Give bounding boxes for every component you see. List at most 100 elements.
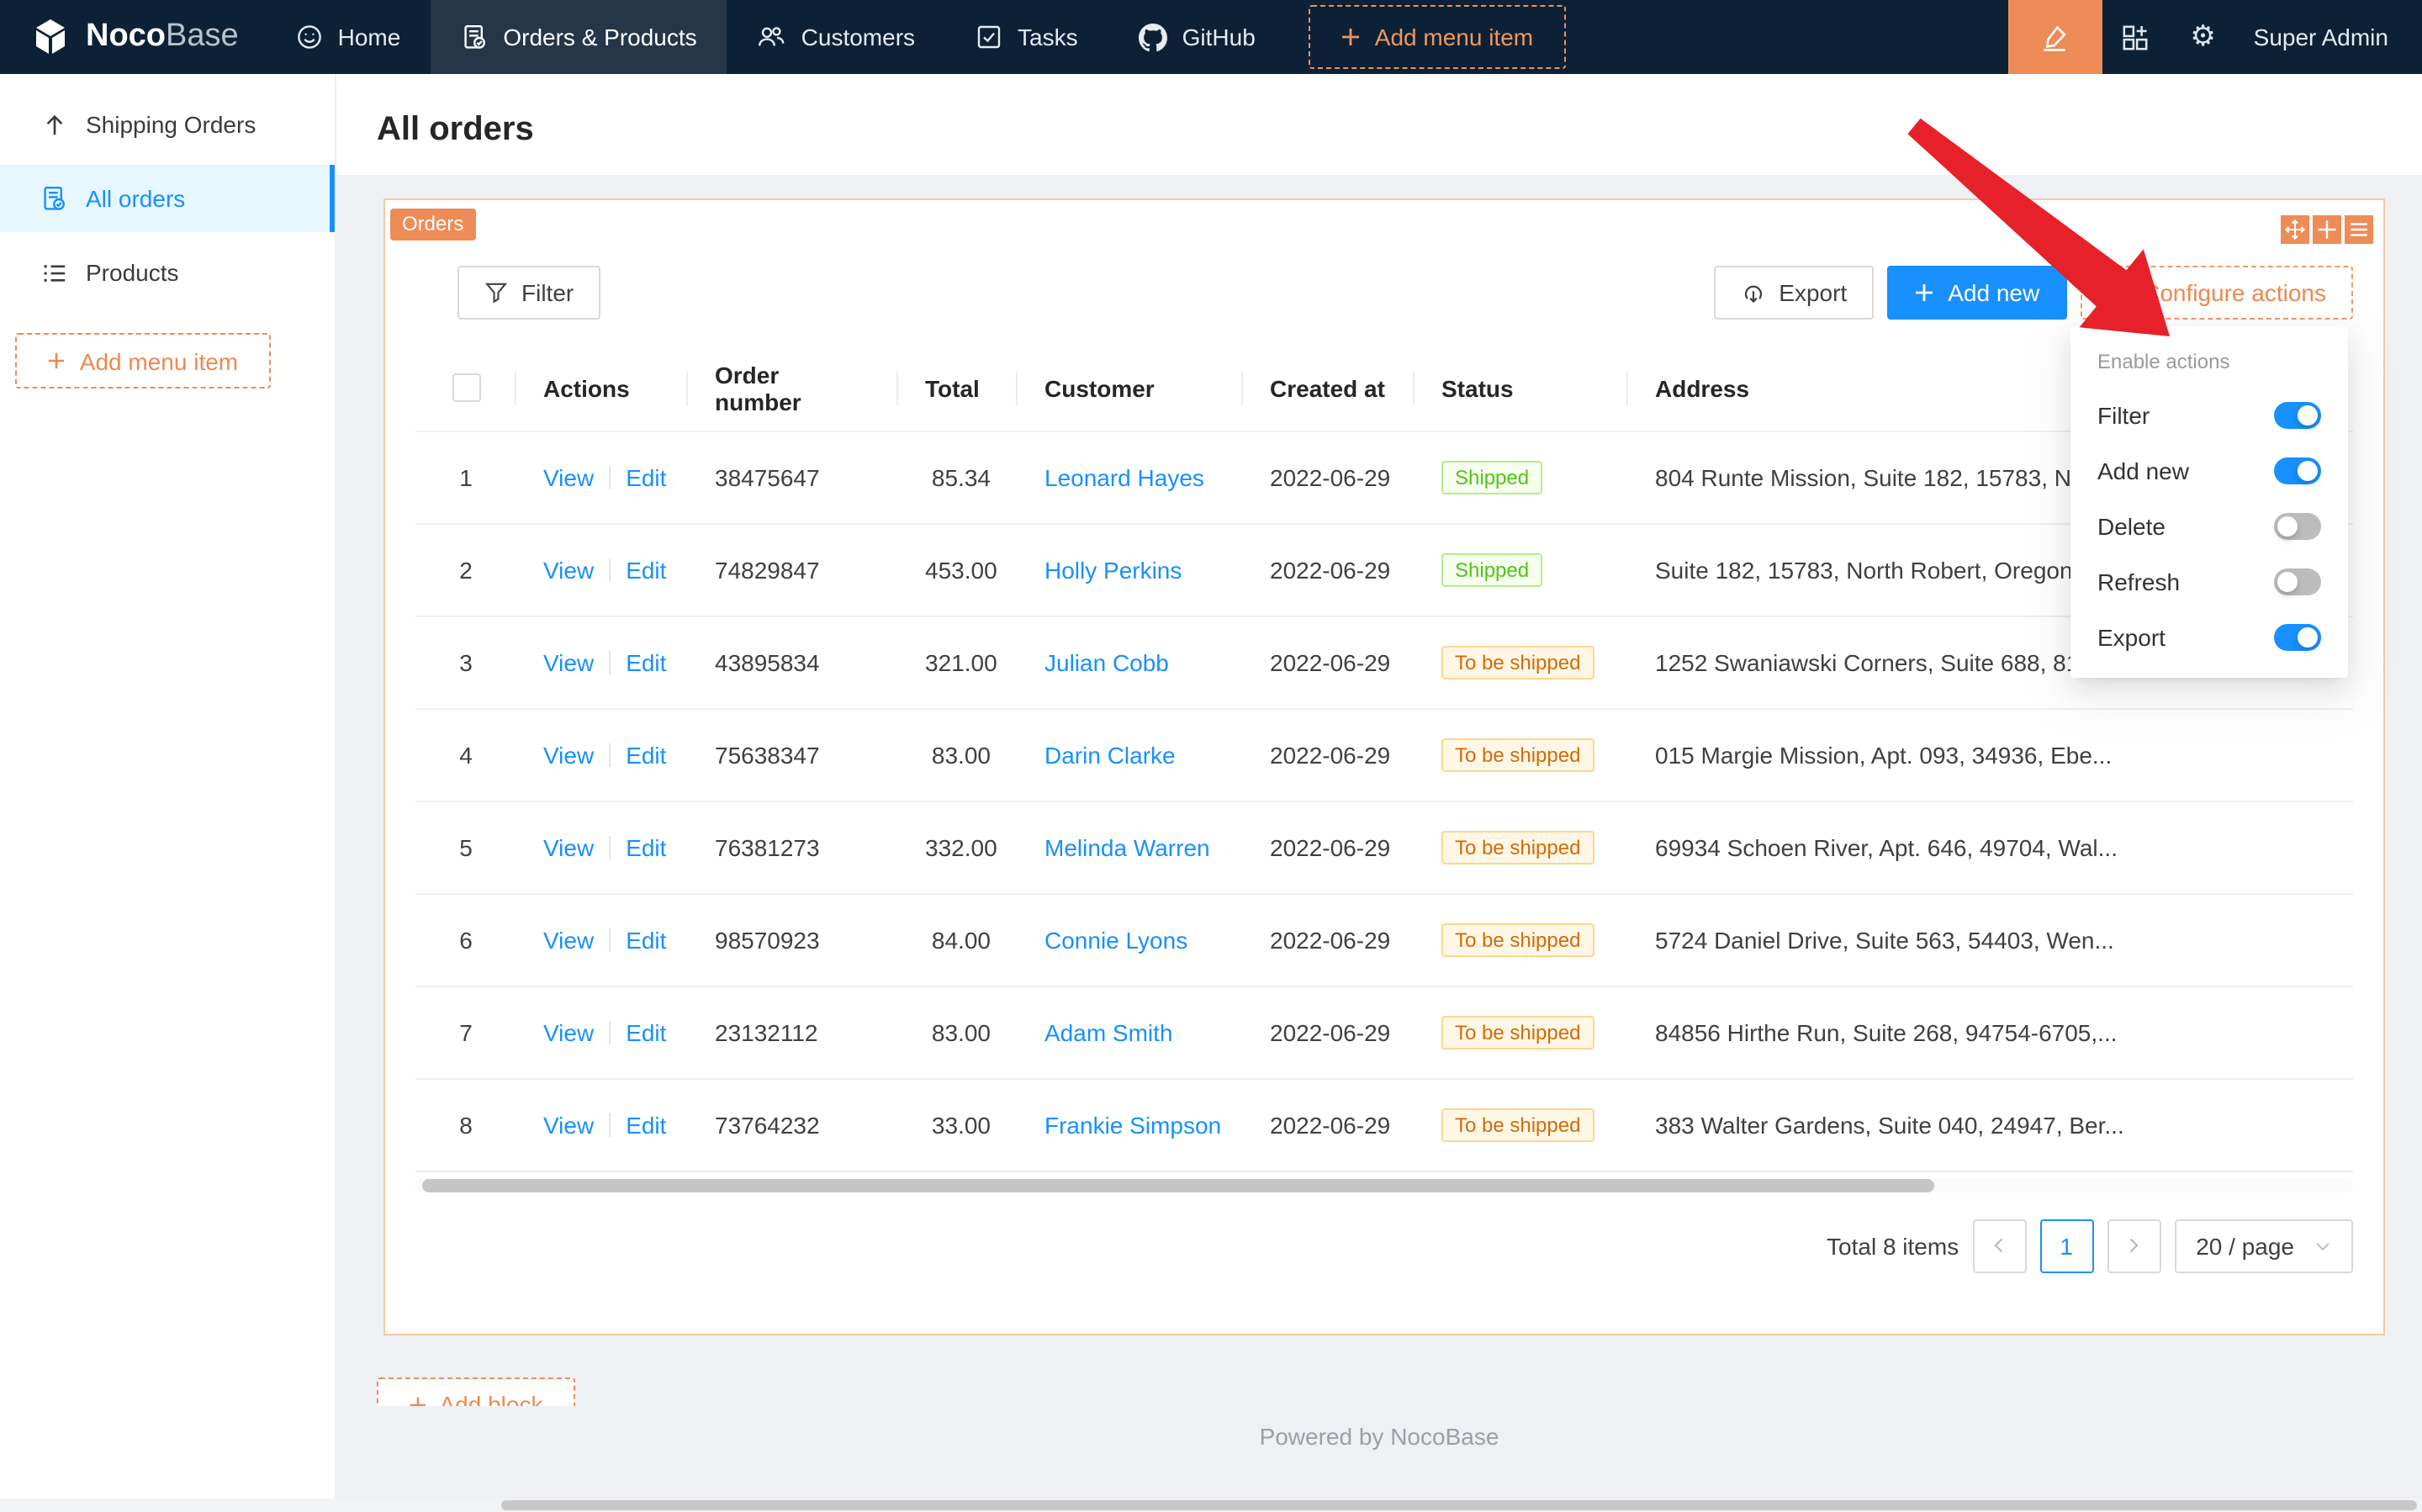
- view-link[interactable]: View: [543, 1111, 594, 1138]
- edit-link[interactable]: Edit: [626, 463, 666, 490]
- navbar-add-menu-item-label: Add menu item: [1375, 24, 1533, 50]
- add-new-toggle[interactable]: [2274, 457, 2321, 484]
- app-root: NocoBase Home: [0, 0, 2422, 1512]
- add-block-icon[interactable]: [2313, 215, 2341, 244]
- customer-link[interactable]: Darin Clarke: [1044, 741, 1176, 768]
- footer-text: Powered by NocoBase: [336, 1423, 2422, 1450]
- created-at-cell: 2022-06-29: [1243, 523, 1415, 616]
- customer-link[interactable]: Julian Cobb: [1044, 648, 1169, 675]
- dropdown-item-add-new[interactable]: Add new: [2070, 442, 2348, 498]
- plugin-manager-button[interactable]: [2102, 0, 2170, 74]
- sidebar-item-label: Products: [86, 259, 179, 286]
- view-link[interactable]: View: [543, 648, 594, 675]
- nav-item-github[interactable]: GitHub: [1108, 0, 1286, 74]
- page-number-button[interactable]: 1: [2039, 1219, 2093, 1272]
- order-number-cell: 75638347: [688, 708, 898, 801]
- status-badge: To be shipped: [1441, 645, 1594, 679]
- created-at-cell: 2022-06-29: [1243, 708, 1415, 801]
- navbar-add-menu-item-button[interactable]: Add menu item: [1309, 5, 1565, 69]
- table-row: 5 ViewEdit 76381273 332.00 Melinda Warre…: [415, 801, 2353, 893]
- edit-link[interactable]: Edit: [626, 648, 666, 675]
- customer-link[interactable]: Leonard Hayes: [1044, 463, 1204, 490]
- gear-icon: ⚙: [2190, 20, 2216, 54]
- block-menu-icon[interactable]: [2345, 215, 2373, 244]
- address-cell: 84856 Hirthe Run, Suite 268, 94754-6705,…: [1628, 986, 2353, 1078]
- customer-link[interactable]: Connie Lyons: [1044, 926, 1187, 953]
- user-menu[interactable]: Super Admin: [2237, 24, 2422, 50]
- scrollbar-thumb[interactable]: [422, 1178, 1933, 1192]
- view-link[interactable]: View: [543, 556, 594, 583]
- page-scrollbar-thumb[interactable]: [501, 1500, 2417, 1510]
- customer-link[interactable]: Melinda Warren: [1044, 833, 1210, 860]
- customer-link[interactable]: Holly Perkins: [1044, 556, 1182, 583]
- next-page-button[interactable]: [2107, 1219, 2160, 1272]
- column-header-actions: Actions: [516, 346, 688, 431]
- created-at-cell: 2022-06-29: [1243, 801, 1415, 893]
- settings-button[interactable]: ⚙: [2170, 0, 2237, 74]
- total-cell: 321.00: [898, 616, 1018, 708]
- sidebar-add-menu-item-button[interactable]: Add menu item: [15, 333, 271, 389]
- dropdown-item-label: Add new: [2097, 457, 2189, 484]
- nav-item-orders-products[interactable]: Orders & Products: [431, 0, 727, 74]
- filter-toggle[interactable]: [2274, 401, 2321, 428]
- delete-toggle[interactable]: [2274, 512, 2321, 539]
- status-cell: To be shipped: [1415, 801, 1628, 893]
- customer-link[interactable]: Adam Smith: [1044, 1018, 1173, 1045]
- edit-link[interactable]: Edit: [626, 1018, 666, 1045]
- dropdown-item-delete[interactable]: Delete: [2070, 498, 2348, 553]
- order-number-cell: 74829847: [688, 523, 898, 616]
- sidebar-item-all-orders[interactable]: All orders: [0, 165, 335, 232]
- order-number-cell: 98570923: [688, 893, 898, 986]
- edit-link[interactable]: Edit: [626, 833, 666, 860]
- refresh-toggle[interactable]: [2274, 568, 2321, 595]
- ui-editor-button[interactable]: [2008, 0, 2102, 74]
- nav-item-tasks[interactable]: Tasks: [945, 0, 1108, 74]
- sidebar-item-shipping-orders[interactable]: Shipping Orders: [0, 91, 335, 158]
- order-number-cell: 43895834: [688, 616, 898, 708]
- address-cell: 015 Margie Mission, Apt. 093, 34936, Ebe…: [1628, 708, 2353, 801]
- highlighter-icon: [2041, 23, 2070, 51]
- dropdown-item-refresh[interactable]: Refresh: [2070, 553, 2348, 609]
- drag-handle-icon[interactable]: [2281, 215, 2309, 244]
- view-link[interactable]: View: [543, 1018, 594, 1045]
- export-button[interactable]: Export: [1713, 266, 1874, 320]
- orders-block: Orders: [383, 198, 2385, 1335]
- nav-item-customers[interactable]: Customers: [727, 0, 945, 74]
- select-all-checkbox[interactable]: [452, 374, 481, 403]
- arrow-up-icon: [40, 111, 67, 138]
- order-number-cell: 38475647: [688, 431, 898, 523]
- edit-link[interactable]: Edit: [626, 926, 666, 953]
- created-at-cell: 2022-06-29: [1243, 893, 1415, 986]
- brand-name: NocoBase: [86, 19, 239, 56]
- created-at-cell: 2022-06-29: [1243, 1078, 1415, 1171]
- configure-actions-button[interactable]: ⚙ Configure actions: [2080, 266, 2353, 320]
- page-size-select[interactable]: 20 / page: [2174, 1219, 2353, 1272]
- dropdown-item-export[interactable]: Export: [2070, 609, 2348, 664]
- table-header-row: Actions Order number Total Customer Crea…: [415, 346, 2353, 431]
- edit-link[interactable]: Edit: [626, 741, 666, 768]
- export-toggle[interactable]: [2274, 623, 2321, 650]
- filter-button[interactable]: Filter: [457, 266, 600, 320]
- prev-page-button[interactable]: [1972, 1219, 2026, 1272]
- customer-link[interactable]: Frankie Simpson: [1044, 1111, 1221, 1138]
- status-badge: Shipped: [1441, 552, 1542, 586]
- add-new-button[interactable]: Add new: [1887, 266, 2066, 320]
- nav-item-home[interactable]: Home: [266, 0, 431, 74]
- view-link[interactable]: View: [543, 926, 594, 953]
- order-number-cell: 76381273: [688, 801, 898, 893]
- view-link[interactable]: View: [543, 833, 594, 860]
- sidebar: Shipping Orders All orders: [0, 74, 336, 1512]
- total-cell: 83.00: [898, 986, 1018, 1078]
- status-cell: To be shipped: [1415, 616, 1628, 708]
- status-cell: Shipped: [1415, 523, 1628, 616]
- sidebar-item-products[interactable]: Products: [0, 239, 335, 306]
- view-link[interactable]: View: [543, 741, 594, 768]
- view-link[interactable]: View: [543, 463, 594, 490]
- dropdown-item-filter[interactable]: Filter: [2070, 387, 2348, 442]
- edit-link[interactable]: Edit: [626, 1111, 666, 1138]
- add-block-button[interactable]: Add block: [377, 1377, 575, 1406]
- edit-link[interactable]: Edit: [626, 556, 666, 583]
- status-badge: To be shipped: [1441, 923, 1594, 956]
- brand[interactable]: NocoBase: [0, 17, 266, 57]
- block-tag: Orders: [390, 209, 475, 241]
